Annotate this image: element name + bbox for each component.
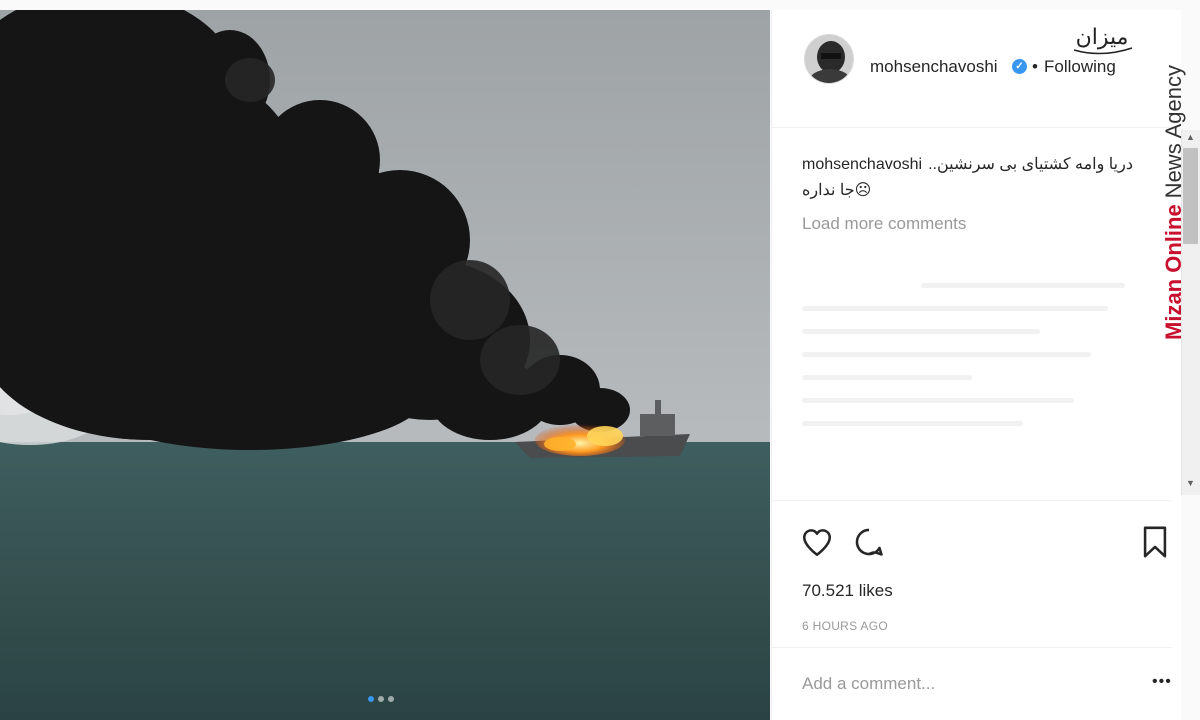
heart-icon[interactable]	[800, 525, 834, 559]
caption-text: دریا وامه کشتیای بی سرنشین..	[928, 156, 1133, 173]
username-link[interactable]: mohsenchavoshi	[870, 57, 998, 77]
caption: mohsenchavoshi دریا وامه کشتیای بی سرنشین…	[802, 152, 1172, 178]
faded-comments-placeholder	[802, 265, 1142, 485]
post-timestamp[interactable]: 6 HOURS AGO	[802, 619, 888, 633]
load-more-comments-link[interactable]: Load more comments	[802, 214, 1172, 234]
watermark-brand: Mizan Online	[1161, 204, 1186, 340]
header-separator: •	[1032, 57, 1038, 76]
likes-count[interactable]: 70.521 likes	[802, 581, 893, 601]
bookmark-icon[interactable]	[1142, 525, 1168, 559]
caption-text-line2: جا نداره☹	[802, 182, 872, 199]
comments-section: mohsenchavoshi دریا وامه کشتیای بی سرنشین…	[802, 152, 1172, 234]
svg-text:میزان: میزان	[1076, 25, 1129, 50]
mizan-logo-icon: میزان	[1073, 25, 1133, 55]
carousel-dot-3[interactable]	[388, 696, 394, 702]
post-side-panel: mohsenchavoshi ✓ • Following mohsenchavo…	[771, 10, 1181, 720]
caption-username[interactable]: mohsenchavoshi	[802, 156, 922, 173]
scroll-down-arrow-icon[interactable]: ▼	[1181, 476, 1200, 490]
verified-badge-icon: ✓	[1012, 59, 1027, 74]
carousel-dot-2[interactable]	[378, 696, 384, 702]
carousel-dots[interactable]	[368, 696, 394, 702]
watermark-text: Mizan Online News Agency	[1161, 65, 1187, 340]
post-actions: 70.521 likes 6 HOURS AGO	[772, 500, 1172, 648]
avatar-image	[805, 35, 853, 83]
avatar[interactable]	[804, 34, 854, 84]
watermark-suffix: News Agency	[1161, 65, 1186, 199]
post-photo[interactable]	[0, 10, 770, 720]
carousel-dot-1[interactable]	[368, 696, 374, 702]
burning-ship-image	[0, 10, 770, 720]
comment-icon[interactable]	[852, 525, 886, 559]
add-comment-input[interactable]	[802, 672, 1162, 696]
more-options-icon[interactable]: •••	[1152, 673, 1172, 691]
